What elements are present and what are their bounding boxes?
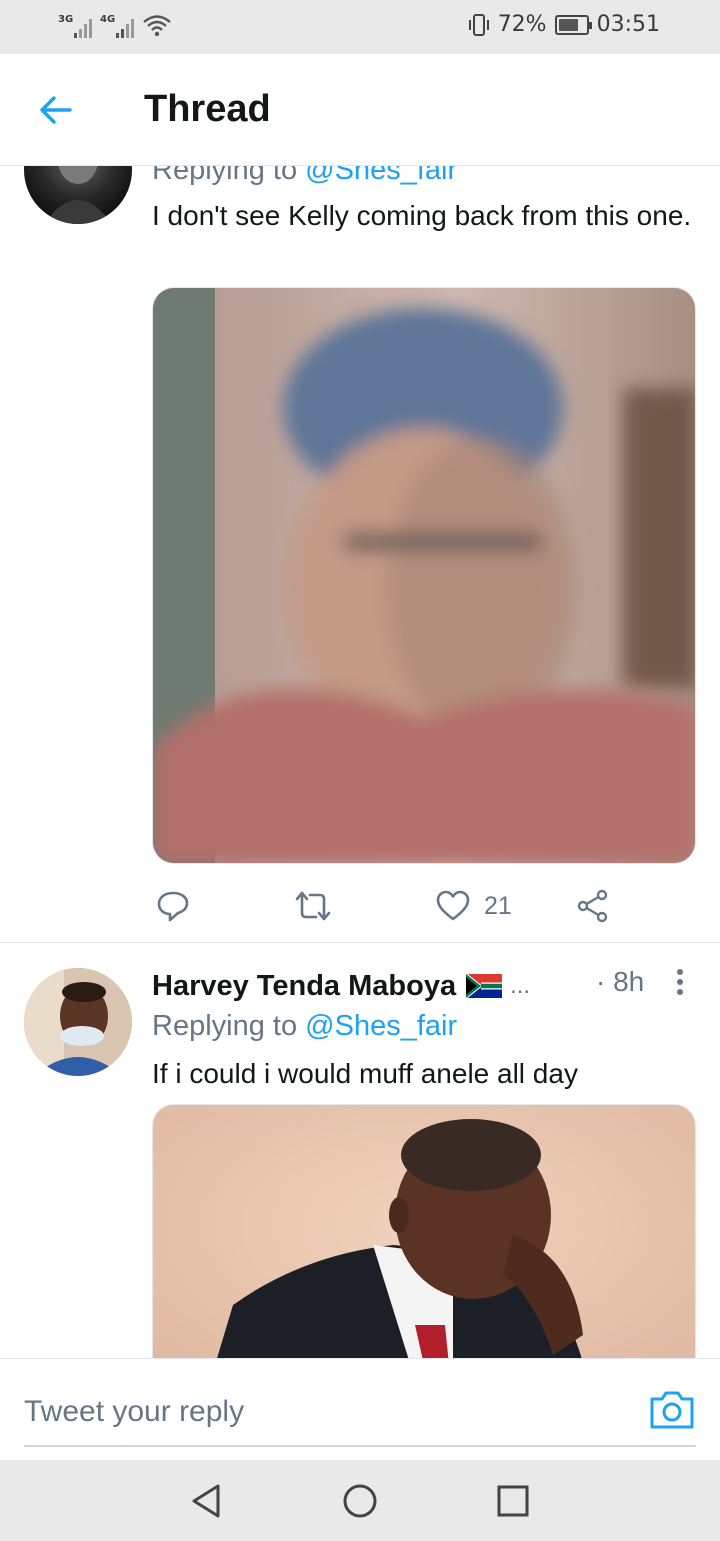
share-icon — [577, 889, 608, 923]
square-recents-icon[interactable] — [494, 1482, 532, 1520]
status-bar: 3G 4G 72% 03:51 — [0, 0, 720, 54]
replying-to: Replying to @Shes_fair — [152, 166, 457, 187]
tweet-divider — [0, 942, 720, 943]
tweet-time: · 8h — [596, 966, 645, 997]
page-title: Thread — [144, 88, 271, 130]
avatar-photo — [24, 968, 132, 1076]
man-thinking-image — [153, 1105, 695, 1358]
camera-icon[interactable] — [648, 1387, 696, 1431]
avatar[interactable] — [24, 166, 132, 224]
status-right: 72% 03:51 — [468, 12, 660, 37]
reply-action[interactable] — [156, 888, 190, 924]
reply-bar: Tweet your reply — [0, 1358, 720, 1460]
tweet-actions: 21 — [152, 884, 696, 928]
avatar-photo — [44, 166, 112, 224]
replying-to: Replying to @Shes_fair — [152, 1010, 457, 1043]
tweet-text: I don't see Kelly coming back from this … — [152, 200, 692, 231]
replying-prefix: Replying to — [152, 166, 306, 186]
signal-4g: 4G — [100, 12, 134, 38]
share-action[interactable] — [576, 888, 610, 924]
clock: 03:51 — [596, 12, 660, 37]
like-count: 21 — [484, 891, 512, 920]
retweet-icon — [295, 891, 331, 921]
system-nav-bar — [0, 1460, 720, 1541]
battery-icon — [554, 14, 592, 35]
arrow-left-icon[interactable] — [36, 90, 76, 130]
thread-feed[interactable]: Replying to @Shes_fair I don't see Kelly… — [0, 166, 720, 1358]
blurred-portrait-image — [153, 288, 695, 863]
more-options-icon[interactable] — [668, 966, 692, 1000]
name-truncation: ... — [510, 972, 531, 999]
replying-handle-link[interactable]: @Shes_fair — [305, 166, 457, 186]
replying-prefix: Replying to — [152, 1010, 306, 1042]
tweet-text: If i could i would muff anele all day — [152, 1058, 578, 1089]
reply-input[interactable]: Tweet your reply — [24, 1395, 244, 1429]
author-name[interactable]: Harvey Tenda Maboya — [152, 970, 456, 1003]
like-action[interactable]: 21 — [436, 888, 512, 924]
network-type-label: 4G — [100, 14, 116, 25]
avatar[interactable] — [24, 968, 132, 1076]
tweet-header: Harvey Tenda Maboya ... · 8h — [152, 966, 692, 1006]
vibrate-icon — [468, 13, 489, 36]
signal-3g: 3G — [58, 12, 92, 38]
replying-handle-link[interactable]: @Shes_fair — [305, 1010, 457, 1042]
south-africa-flag-icon — [466, 974, 503, 998]
tweet-media-photo[interactable] — [152, 1104, 696, 1358]
triangle-back-icon[interactable] — [188, 1482, 226, 1520]
signal-bars-icon — [116, 16, 134, 38]
signal-bars-icon — [74, 16, 92, 38]
network-indicators: 3G 4G — [58, 12, 172, 38]
circle-home-icon[interactable] — [341, 1482, 379, 1520]
battery-percent: 72% — [497, 12, 547, 37]
retweet-action[interactable] — [294, 888, 332, 924]
app-header: Thread — [0, 54, 720, 166]
heart-icon — [436, 890, 470, 921]
tweet-media-photo[interactable] — [152, 287, 696, 864]
reply-icon — [157, 891, 189, 922]
network-type-label: 3G — [58, 14, 74, 25]
reply-input-underline — [24, 1445, 696, 1447]
wifi-icon — [143, 15, 171, 37]
